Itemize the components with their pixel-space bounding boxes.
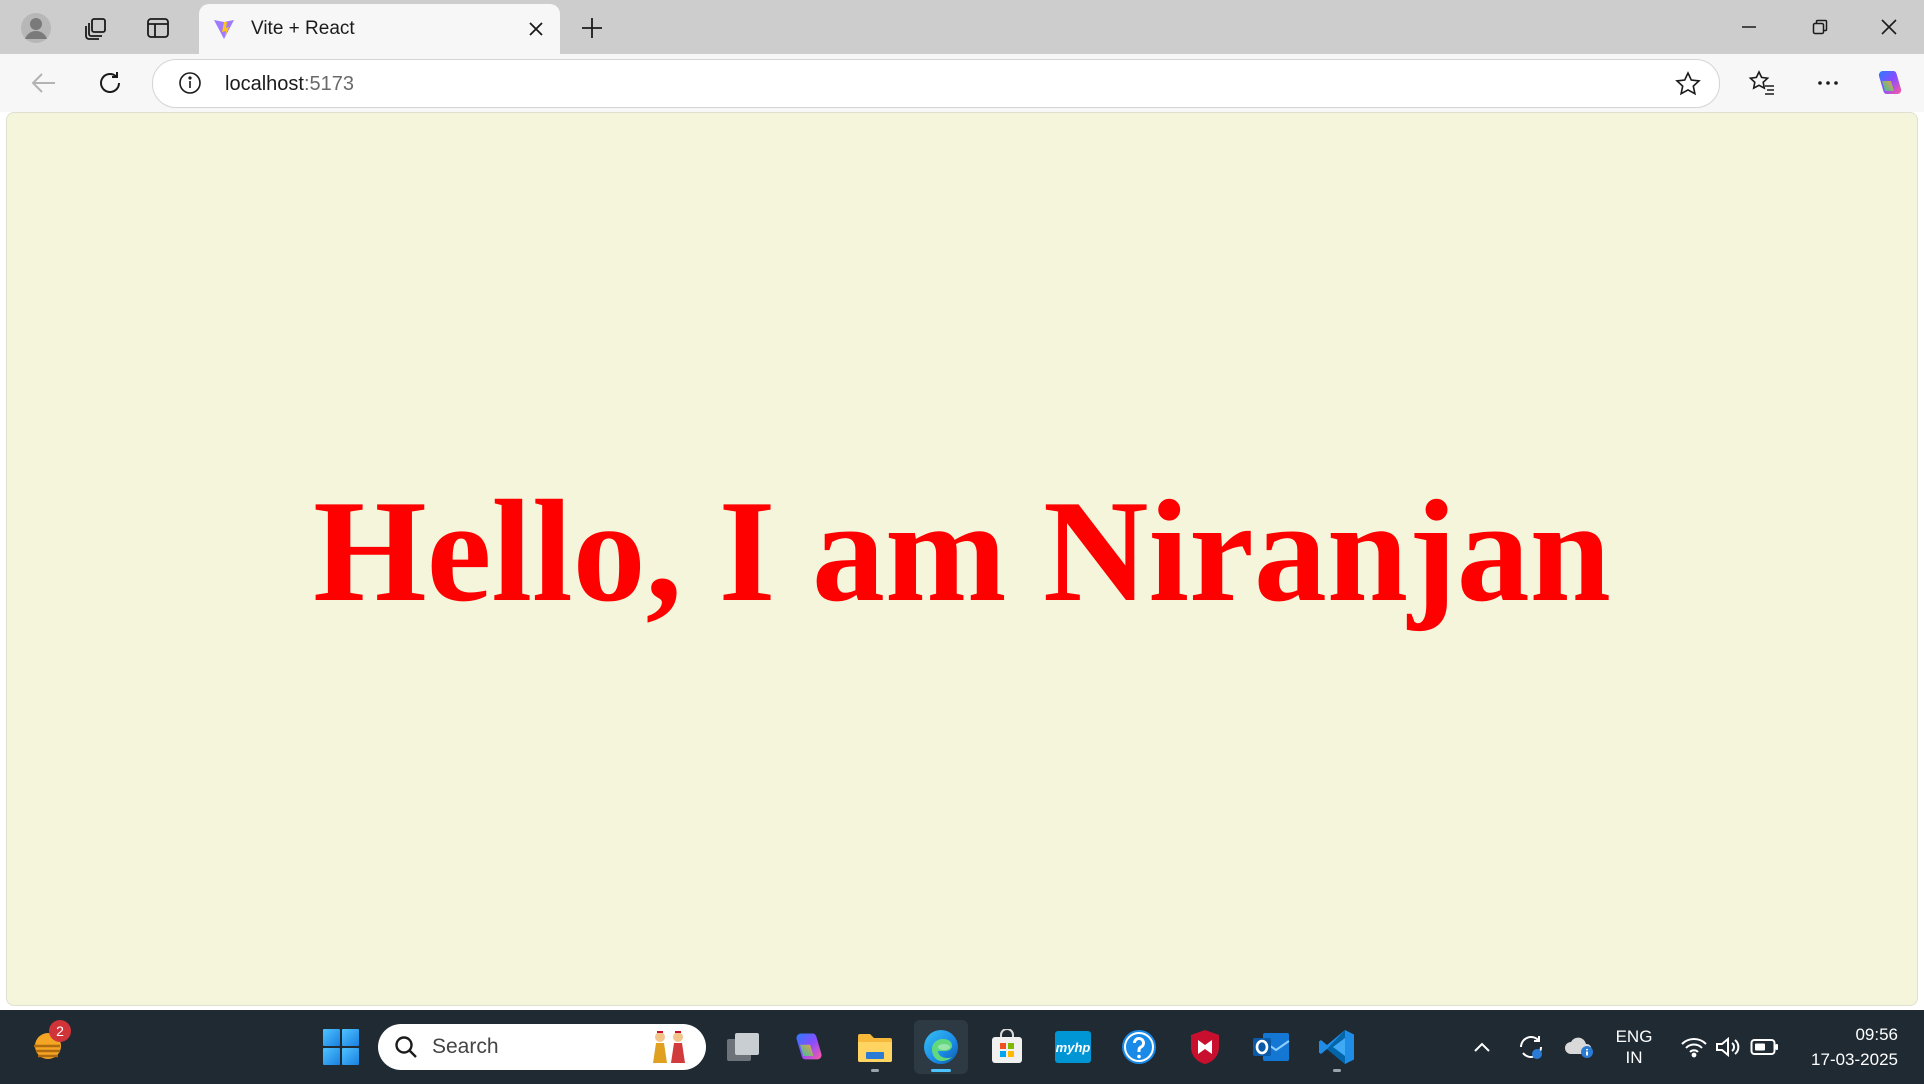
copilot-icon[interactable] [1868, 62, 1912, 104]
url-text: localhost:5173 [225, 73, 354, 96]
microsoft-store-icon[interactable] [980, 1020, 1034, 1074]
refresh-icon[interactable] [88, 62, 132, 104]
tab-vite-react[interactable]: Vite + React [199, 4, 560, 54]
tab-title: Vite + React [251, 18, 355, 39]
running-indicator [1333, 1069, 1341, 1072]
search-highlight-icon [648, 1029, 692, 1065]
svg-text:myhp: myhp [1056, 1040, 1091, 1055]
myhp-icon[interactable]: myhp [1046, 1020, 1100, 1074]
url-host: localhost [225, 73, 304, 95]
profile-avatar-icon[interactable] [14, 8, 58, 48]
vite-logo-icon [211, 16, 237, 42]
get-help-icon[interactable] [1112, 1020, 1166, 1074]
battery-icon [1750, 1039, 1778, 1055]
new-tab-button[interactable] [570, 7, 614, 49]
vertical-tabs-icon[interactable] [136, 8, 180, 48]
vscode-icon[interactable] [1310, 1020, 1364, 1074]
close-window-button[interactable] [1856, 4, 1922, 50]
show-hidden-icons-chevron-icon[interactable] [1466, 1028, 1498, 1066]
weather-badge: 2 [49, 1020, 71, 1042]
more-options-icon[interactable] [1806, 62, 1850, 104]
site-info-icon[interactable] [175, 68, 205, 98]
mcafee-icon[interactable] [1178, 1020, 1232, 1074]
workspaces-icon[interactable] [74, 8, 118, 48]
clock[interactable]: 09:56 17-03-2025 [1811, 1022, 1898, 1072]
quick-settings-group[interactable] [1674, 1028, 1786, 1066]
onedrive-icon[interactable] [1560, 1028, 1598, 1066]
running-indicator [871, 1069, 879, 1072]
page-viewport: Hello, I am Niranjan [6, 112, 1918, 1006]
search-placeholder: Search [432, 1035, 499, 1058]
language-code: ENG [1615, 1027, 1653, 1046]
address-bar[interactable]: localhost:5173 [152, 59, 1720, 108]
active-indicator [931, 1069, 951, 1072]
minimize-button[interactable] [1716, 4, 1782, 50]
sync-icon[interactable] [1514, 1028, 1548, 1066]
weather-widget[interactable]: 2 [28, 1020, 74, 1070]
task-view-icon[interactable] [716, 1020, 770, 1074]
windows-taskbar: 2 Search myhp ENG IN 09:56 17-03-2025 [0, 1010, 1924, 1084]
browser-toolbar: localhost:5173 [0, 54, 1924, 112]
copilot-app-icon[interactable] [782, 1020, 836, 1074]
search-icon [392, 1033, 420, 1061]
language-indicator[interactable]: ENG IN [1604, 1027, 1664, 1067]
windows-logo-icon [323, 1029, 359, 1065]
favorite-star-icon[interactable] [1671, 67, 1705, 101]
taskbar-search[interactable]: Search [378, 1024, 706, 1070]
page-heading: Hello, I am Niranjan [313, 470, 1611, 632]
clock-date: 17-03-2025 [1811, 1050, 1898, 1069]
volume-icon [1716, 1036, 1740, 1058]
restore-button[interactable] [1787, 4, 1853, 50]
language-region: IN [1625, 1048, 1643, 1067]
browser-title-bar: Vite + React [0, 0, 1924, 54]
wifi-icon [1681, 1038, 1707, 1058]
clock-time: 09:56 [1855, 1025, 1898, 1044]
outlook-icon[interactable] [1244, 1020, 1298, 1074]
url-port: :5173 [303, 73, 354, 95]
favorites-icon[interactable] [1740, 62, 1784, 104]
tab-close-icon[interactable] [516, 9, 556, 49]
start-button[interactable] [314, 1020, 368, 1074]
edge-browser-icon[interactable] [914, 1020, 968, 1074]
back-arrow-icon[interactable] [22, 62, 66, 104]
file-explorer-icon[interactable] [848, 1020, 902, 1074]
